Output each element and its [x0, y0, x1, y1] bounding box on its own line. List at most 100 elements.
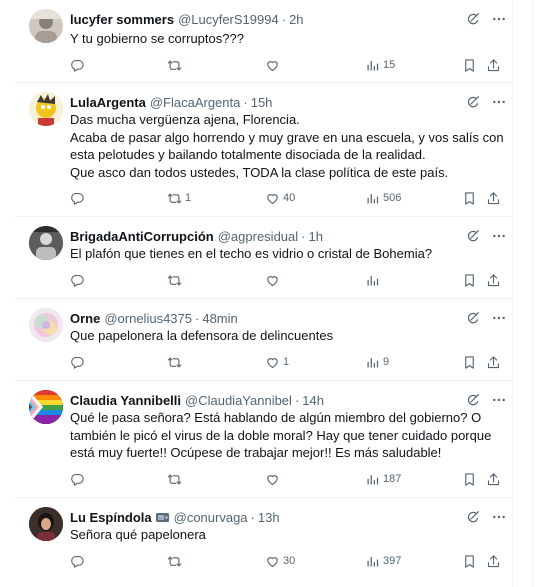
author-handle[interactable]: @ornelius4375 — [104, 311, 192, 326]
timestamp[interactable]: 13h — [258, 510, 280, 525]
views-button[interactable]: 187 — [365, 470, 401, 488]
tv-camera-icon — [155, 513, 169, 522]
reply-icon — [70, 355, 85, 370]
reply-button[interactable] — [70, 271, 88, 289]
views-count: 397 — [383, 555, 402, 567]
share-icon — [486, 554, 501, 569]
like-button[interactable]: 40 — [265, 189, 295, 207]
avatar[interactable] — [29, 9, 63, 43]
reply-button[interactable] — [70, 470, 88, 488]
reply-icon — [70, 554, 85, 569]
views-icon — [365, 472, 380, 487]
reply-icon — [70, 191, 85, 206]
more-icon[interactable] — [491, 94, 507, 110]
timestamp[interactable]: 15h — [251, 95, 273, 110]
action-bar — [70, 271, 513, 289]
share-button[interactable] — [486, 470, 501, 488]
reply-item[interactable]: Claudia Yannibelli @ClaudiaYannibel · 14… — [15, 381, 513, 498]
bookmark-button[interactable] — [462, 56, 477, 74]
views-button[interactable]: 506 — [365, 189, 401, 207]
timestamp[interactable]: 2h — [289, 12, 303, 27]
author-name[interactable]: lucyfer sommers — [70, 12, 174, 27]
like-button[interactable] — [265, 271, 283, 289]
more-icon[interactable] — [491, 509, 507, 525]
grok-icon[interactable] — [465, 94, 481, 110]
more-icon[interactable] — [491, 11, 507, 27]
author-handle[interactable]: @FlacaArgenta — [150, 95, 241, 110]
grok-icon[interactable] — [465, 228, 481, 244]
grok-icon[interactable] — [465, 11, 481, 27]
share-button[interactable] — [486, 56, 501, 74]
more-icon[interactable] — [491, 392, 507, 408]
share-icon — [486, 58, 501, 73]
repost-button[interactable]: 1 — [167, 189, 191, 207]
timestamp[interactable]: 48min — [202, 311, 237, 326]
author-handle[interactable]: @agpresidual — [218, 229, 298, 244]
timestamp[interactable]: 1h — [309, 229, 323, 244]
text-line: está muy fuerte!! Ocúpese de trabajar me… — [70, 445, 442, 460]
action-bar: 30 397 — [70, 552, 513, 570]
repost-button[interactable] — [167, 552, 185, 570]
reply-button[interactable] — [70, 552, 88, 570]
reply-button[interactable] — [70, 56, 88, 74]
more-icon[interactable] — [491, 310, 507, 326]
views-button[interactable] — [365, 271, 383, 289]
repost-button[interactable] — [167, 56, 185, 74]
reply-item[interactable]: BrigadaAntiCorrupción @agpresidual · 1h … — [15, 217, 513, 299]
reply-text: Señora qué papelonera — [70, 526, 493, 544]
author-name[interactable]: LulaArgenta — [70, 95, 146, 110]
text-line: Acaba de pasar algo horrendo y muy grave… — [70, 129, 504, 145]
avatar[interactable] — [29, 92, 63, 126]
share-button[interactable] — [486, 552, 501, 570]
repost-icon — [167, 355, 182, 370]
reply-item[interactable]: lucyfer sommers @LucyferS19994 · 2h Y tu… — [15, 0, 513, 83]
grok-icon[interactable] — [465, 392, 481, 408]
share-button[interactable] — [486, 271, 501, 289]
author-handle[interactable]: @conurvaga — [174, 510, 248, 525]
like-button[interactable] — [265, 56, 283, 74]
avatar[interactable] — [29, 507, 63, 541]
grok-icon[interactable] — [465, 509, 481, 525]
bookmark-button[interactable] — [462, 353, 477, 371]
like-button[interactable]: 30 — [265, 552, 295, 570]
bookmark-button[interactable] — [462, 470, 477, 488]
reply-item[interactable]: LulaArgenta @FlacaArgenta · 15h Das much… — [15, 83, 513, 217]
views-button[interactable]: 15 — [365, 56, 395, 74]
avatar[interactable] — [29, 308, 63, 342]
bookmark-button[interactable] — [462, 552, 477, 570]
author-handle[interactable]: @LucyferS19994 — [178, 12, 279, 27]
share-button[interactable] — [486, 189, 501, 207]
like-icon — [265, 191, 280, 206]
grok-icon[interactable] — [465, 310, 481, 326]
repost-button[interactable] — [167, 470, 185, 488]
avatar[interactable] — [29, 226, 63, 260]
reply-button[interactable] — [70, 353, 88, 371]
author-name[interactable]: BrigadaAntiCorrupción — [70, 229, 214, 244]
text-line: Que papelonera la defensora de delincuen… — [70, 328, 334, 343]
like-button[interactable] — [265, 470, 283, 488]
views-count: 15 — [383, 59, 396, 71]
repost-icon — [167, 58, 182, 73]
reply-item[interactable]: Orne @ornelius4375 · 48min Que papeloner… — [15, 299, 513, 381]
separator-dot: · — [195, 310, 200, 326]
author-name[interactable]: Claudia Yannibelli — [70, 393, 181, 408]
timestamp[interactable]: 14h — [302, 393, 324, 408]
reply-item[interactable]: Lu Espíndola @conurvaga · 13h Señora qué… — [15, 498, 513, 587]
views-icon — [365, 58, 380, 73]
author-name[interactable]: Lu Espíndola — [70, 510, 152, 525]
repost-button[interactable] — [167, 271, 185, 289]
share-button[interactable] — [486, 353, 501, 371]
like-button[interactable]: 1 — [265, 353, 289, 371]
separator-dot: · — [301, 228, 306, 244]
author-name[interactable]: Orne — [70, 311, 100, 326]
author-handle[interactable]: @ClaudiaYannibel — [185, 393, 292, 408]
like-icon — [265, 472, 280, 487]
views-button[interactable]: 9 — [365, 353, 389, 371]
avatar[interactable] — [29, 390, 63, 424]
repost-button[interactable] — [167, 353, 185, 371]
more-icon[interactable] — [491, 228, 507, 244]
bookmark-button[interactable] — [462, 271, 477, 289]
views-button[interactable]: 397 — [365, 552, 401, 570]
reply-button[interactable] — [70, 189, 88, 207]
bookmark-button[interactable] — [462, 189, 477, 207]
